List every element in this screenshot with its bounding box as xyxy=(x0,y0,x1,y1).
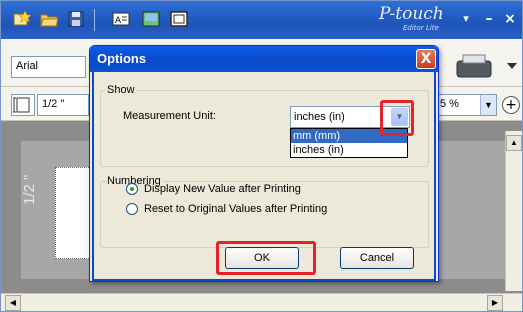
zoom-value: 5 % xyxy=(440,98,459,110)
text-icon[interactable]: A xyxy=(109,7,133,31)
zoom-in-icon[interactable]: + xyxy=(502,96,520,114)
save-icon[interactable] xyxy=(64,7,88,31)
scroll-up-icon[interactable]: ▲ xyxy=(506,135,522,151)
dialog-title: Options xyxy=(97,51,147,66)
tape-length-icon[interactable] xyxy=(11,94,35,116)
dropdown-menu-icon[interactable]: ▾ xyxy=(455,9,477,29)
measurement-unit-label: Measurement Unit: xyxy=(123,110,216,122)
new-label-icon[interactable] xyxy=(9,7,33,31)
radio-display-new-value[interactable]: Display New Value after Printing xyxy=(126,181,301,197)
options-dialog: Options X Show Numbering Measurement Uni… xyxy=(89,45,439,282)
option-inches[interactable]: inches (in) xyxy=(291,143,407,157)
vertical-scrollbar[interactable]: ▲ xyxy=(505,131,522,291)
font-name-field[interactable]: Arial xyxy=(11,56,86,78)
measurement-unit-value: inches (in) xyxy=(294,111,345,123)
frame-icon[interactable] xyxy=(167,7,191,31)
chevron-down-icon[interactable]: ▼ xyxy=(480,95,496,115)
radio-display-label: Display New Value after Printing xyxy=(144,183,301,195)
radio-checked-icon[interactable] xyxy=(126,183,138,195)
tape-length-field[interactable]: 1/2 " xyxy=(37,94,89,116)
printer-icon[interactable] xyxy=(447,49,519,83)
show-group-label: Show xyxy=(107,84,135,96)
cancel-button[interactable]: Cancel xyxy=(340,247,414,269)
minimize-icon[interactable]: – xyxy=(479,9,499,29)
horizontal-scrollbar[interactable]: ◀ ▶ xyxy=(1,293,522,311)
radio-reset-label: Reset to Original Values after Printing xyxy=(144,203,328,215)
close-icon[interactable]: × xyxy=(500,9,520,29)
title-toolbar: A P-touch Editor Lite ▾ – × xyxy=(1,1,522,39)
scroll-left-icon[interactable]: ◀ xyxy=(5,295,21,311)
toolbar-divider xyxy=(94,9,95,31)
dropdown-highlight xyxy=(380,100,414,136)
image-icon[interactable] xyxy=(139,7,163,31)
ok-highlight xyxy=(216,241,316,275)
dialog-titlebar[interactable]: Options X xyxy=(90,46,438,72)
close-icon[interactable]: X xyxy=(416,49,436,69)
zoom-select[interactable]: 5 % ▼ xyxy=(437,94,497,116)
svg-text:A: A xyxy=(115,15,121,25)
scroll-right-icon[interactable]: ▶ xyxy=(487,295,503,311)
canvas-tape-length: 1/2 " xyxy=(21,174,38,205)
radio-reset-original[interactable]: Reset to Original Values after Printing xyxy=(126,201,327,217)
brand-subtitle: Editor Lite xyxy=(403,24,439,32)
radio-unchecked-icon[interactable] xyxy=(126,203,138,215)
open-icon[interactable] xyxy=(37,7,61,31)
